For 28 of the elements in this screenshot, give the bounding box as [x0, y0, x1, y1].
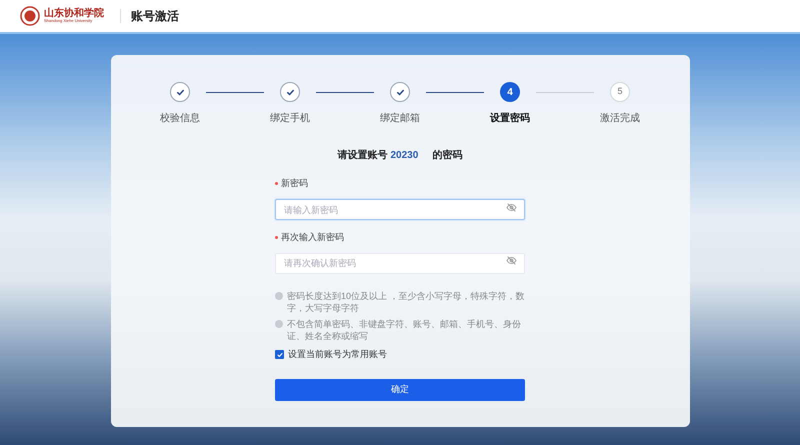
logo-name: 山东协和学院	[44, 9, 104, 19]
confirm-button[interactable]: 确定	[275, 378, 525, 400]
field-label: 再次输入新密码	[281, 230, 344, 244]
eye-off-icon[interactable]	[506, 255, 517, 266]
page-title: 账号激活	[131, 8, 179, 25]
password-rule: 不包含简单密码、非键盘字符、账号、邮箱、手机号、身份证、姓名全称或缩写	[287, 318, 522, 342]
password-rule: 密码长度达到10位及以上 ，至少含小写字母，特殊字符，数字，大写字母字符	[287, 290, 525, 314]
check-icon	[174, 86, 186, 98]
step-label: 绑定邮箱	[380, 112, 420, 126]
step-label: 校验信息	[160, 112, 200, 126]
heading-text: 请设置账号 20230	[338, 148, 418, 163]
step-number: 5	[610, 82, 630, 102]
password-field[interactable]: 请输入新密码	[275, 199, 525, 220]
field-label: 新密码	[281, 177, 308, 190]
checkbox-label: 设置当前账号为常用账号	[288, 348, 387, 361]
check-circle-icon	[275, 320, 283, 328]
check-icon	[394, 86, 406, 98]
check-icon	[284, 86, 296, 98]
step-number: 4	[500, 82, 520, 102]
heading-text: 的密码	[432, 148, 462, 163]
step-label: 绑定手机	[270, 112, 310, 126]
checkbox[interactable]	[275, 350, 284, 360]
step-label: 设置密码	[490, 112, 530, 126]
emblem-icon	[20, 6, 40, 26]
step-label: 激活完成	[600, 112, 640, 126]
check-circle-icon	[275, 292, 283, 300]
eye-off-icon[interactable]	[506, 202, 517, 212]
check-icon	[276, 350, 284, 359]
